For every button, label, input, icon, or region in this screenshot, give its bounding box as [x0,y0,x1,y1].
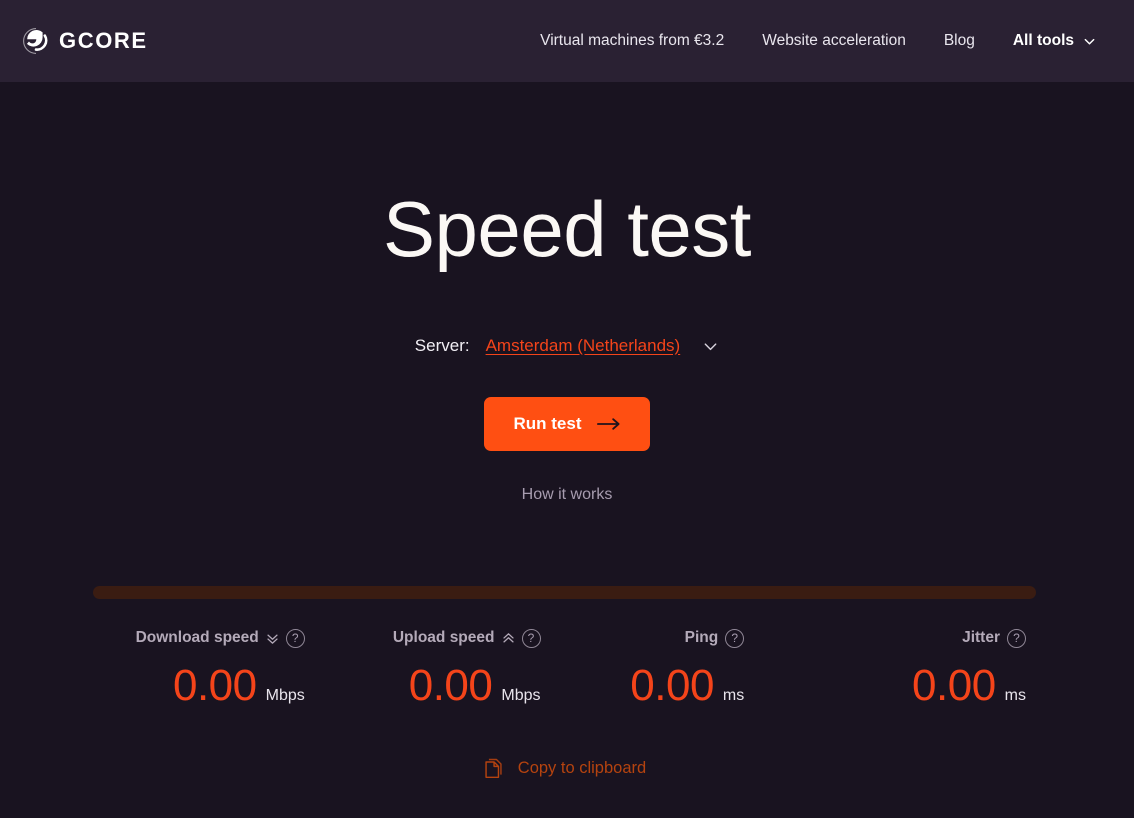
double-chevron-down-icon [266,632,279,645]
copy-to-clipboard-button[interactable]: Copy to clipboard [93,757,1036,780]
run-test-label: Run test [513,414,582,433]
metric-label: Ping [684,629,719,646]
nav-item-all-tools-label: All tools [1012,32,1074,49]
metric-upload-speed: Upload speed ? 0.00 Mbps [329,628,565,708]
metric-jitter: Jitter ? 0.00 ms [800,628,1036,708]
metric-label: Download speed [135,629,259,646]
metric-download-speed: Download speed ? 0.00 Mbps [93,628,329,708]
metrics-grid: Download speed ? 0.00 Mbps Upload speed [93,628,1036,708]
results-section: Download speed ? 0.00 Mbps Upload speed [93,586,1036,780]
progress-track [93,586,1036,599]
server-row: Server: Amsterdam (Netherlands) [0,336,1134,356]
server-label: Server: [414,336,470,355]
nav-item-blog[interactable]: Blog [944,32,975,50]
question-mark-icon[interactable]: ? [521,628,541,648]
metric-header: Ping ? [565,628,801,648]
site-header: GCORE Virtual machines from €3.2 Website… [0,0,1134,82]
metric-value-row: 0.00 ms [565,664,801,708]
brand-wordmark: GCORE [59,28,148,53]
metric-unit: Mbps [501,687,541,704]
metric-label: Jitter [962,629,1000,646]
copy-document-icon [483,757,504,780]
metric-unit: ms [722,687,745,704]
page-title: Speed test [383,185,751,273]
metric-ping: Ping ? 0.00 ms [565,628,801,708]
gcore-swirl-logo-icon [22,27,50,55]
question-mark-icon[interactable]: ? [285,628,305,648]
metric-label: Upload speed [392,629,495,646]
chevron-down-icon [1083,35,1096,48]
run-test-button[interactable]: Run test [484,397,650,451]
server-select[interactable]: Amsterdam (Netherlands) [486,336,720,356]
metric-value-row: 0.00 Mbps [93,664,329,708]
metric-value: 0.00 [912,661,996,710]
how-it-works-link[interactable]: How it works [522,486,613,504]
nav-item-virtual-machines[interactable]: Virtual machines from €3.2 [540,32,724,50]
double-chevron-up-icon [502,632,515,645]
server-selected-value: Amsterdam (Netherlands) [485,336,681,355]
metric-header: Jitter ? [800,628,1036,648]
brand-logo[interactable]: GCORE [22,27,148,55]
metric-value: 0.00 [408,661,493,710]
metric-value-row: 0.00 ms [800,664,1036,708]
question-mark-icon[interactable]: ? [725,628,745,648]
nav-item-website-acceleration[interactable]: Website acceleration [762,32,906,50]
metric-unit: ms [1004,687,1026,704]
metric-header: Download speed ? [93,628,329,648]
metric-unit: Mbps [265,687,305,704]
metric-value: 0.00 [630,661,714,710]
metric-value: 0.00 [172,661,257,710]
nav-item-all-tools[interactable]: All tools [1013,32,1096,50]
metric-header: Upload speed ? [329,628,565,648]
question-mark-icon[interactable]: ? [1007,628,1026,648]
hero-section: Speed test Server: Amsterdam (Netherland… [0,82,1134,504]
arrow-right-icon [596,417,621,431]
main-nav: Virtual machines from €3.2 Website accel… [540,32,1106,50]
copy-to-clipboard-label: Copy to clipboard [517,759,647,777]
chevron-down-icon [702,338,719,355]
metric-value-row: 0.00 Mbps [329,664,565,708]
